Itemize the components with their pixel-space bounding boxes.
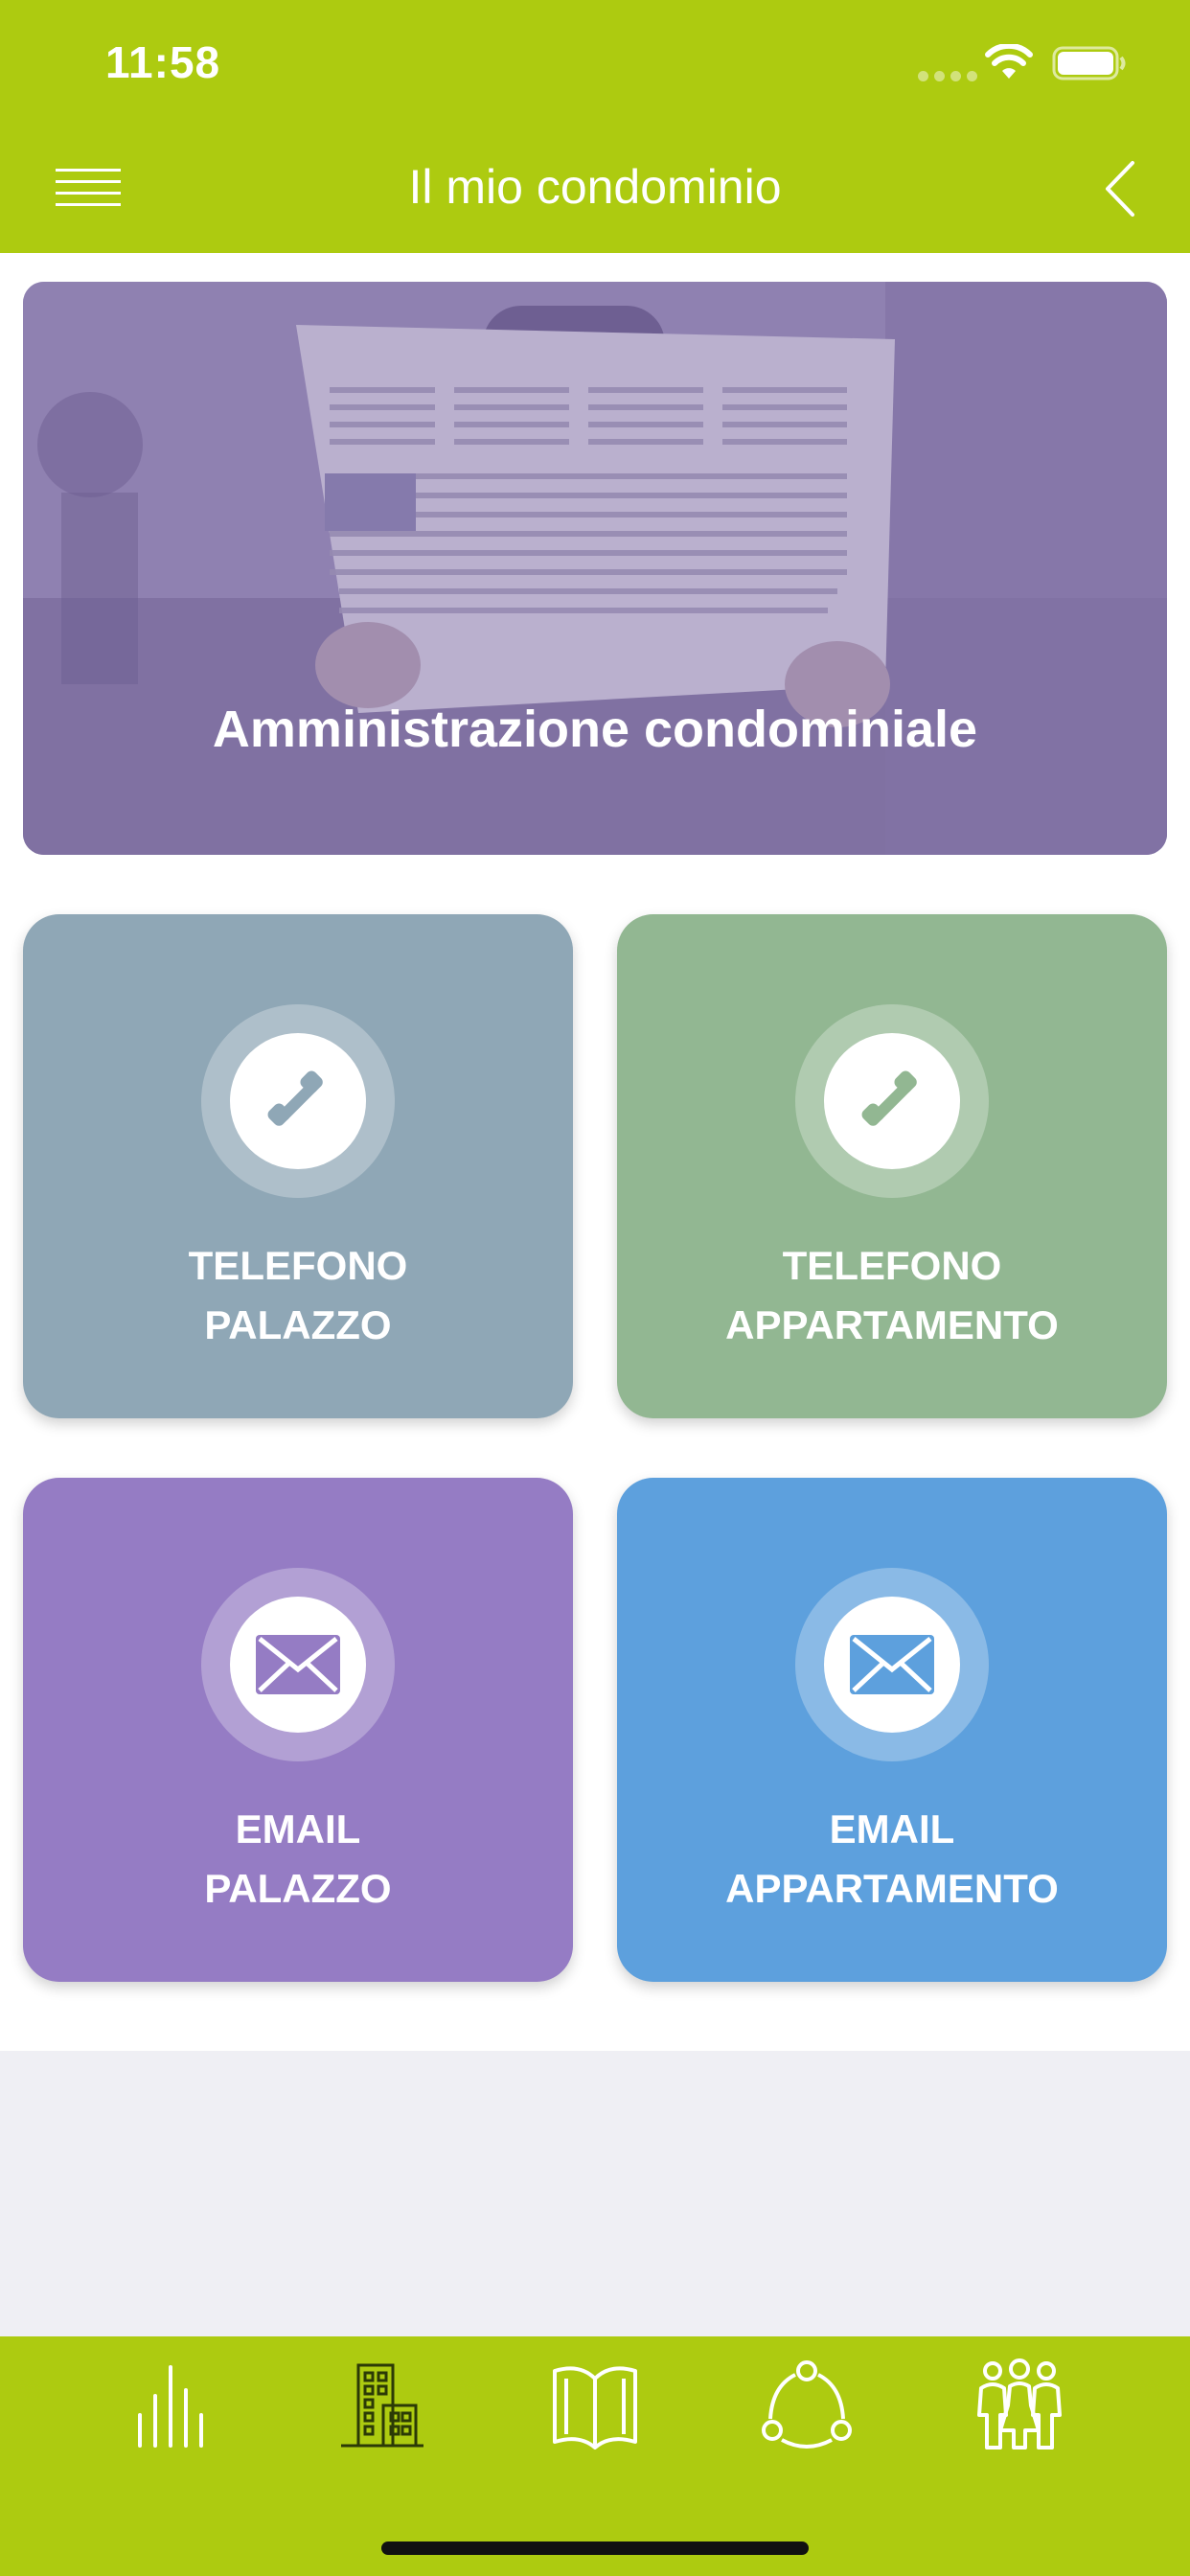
tile-telefono-appartamento[interactable]: TELEFONO APPARTAMENTO [617, 914, 1167, 1418]
book-icon[interactable] [547, 2358, 643, 2453]
tile-label-line1: EMAIL [829, 1806, 955, 1852]
home-indicator[interactable] [381, 2542, 809, 2555]
tile-label: EMAIL APPARTAMENTO [617, 1800, 1167, 1919]
admin-banner[interactable]: Amministrazione condominiale [23, 282, 1167, 855]
tile-label-line2: APPARTAMENTO [725, 1866, 1059, 1911]
status-time: 11:58 [105, 37, 221, 87]
newspaper-photo [23, 282, 1167, 855]
content-area: Amministrazione condominiale TELEFONO PA… [0, 253, 1190, 2051]
icon-disc [230, 1597, 366, 1733]
back-chevron-icon[interactable] [1102, 159, 1136, 218]
banner-label: Amministrazione condominiale [212, 701, 978, 758]
battery-icon [1052, 46, 1126, 80]
people-icon[interactable] [972, 2358, 1067, 2453]
tile-label-line2: APPARTAMENTO [725, 1302, 1059, 1347]
phone-icon [861, 1070, 917, 1126]
tile-label: TELEFONO PALAZZO [23, 1236, 573, 1355]
icon-ring [795, 1568, 989, 1761]
icon-disc [824, 1597, 960, 1733]
icon-disc [824, 1033, 960, 1169]
tile-label-line1: TELEFONO [782, 1243, 1002, 1288]
icon-disc [230, 1033, 366, 1169]
header: 11:58 Il mio condominio [0, 0, 1190, 253]
tile-label: EMAIL PALAZZO [23, 1800, 573, 1919]
building-icon[interactable] [333, 2358, 429, 2453]
tile-label-line1: EMAIL [235, 1806, 361, 1852]
icon-ring [201, 1004, 395, 1198]
mail-icon [256, 1635, 340, 1694]
chart-bars-icon[interactable] [123, 2358, 218, 2453]
phone-icon [267, 1070, 323, 1126]
page-title: Il mio condominio [408, 160, 782, 214]
tile-label-line1: TELEFONO [188, 1243, 408, 1288]
mail-icon [850, 1635, 934, 1694]
icon-ring [201, 1568, 395, 1761]
tile-label-line2: PALAZZO [204, 1302, 392, 1347]
cellular-signal-icon [918, 71, 977, 81]
tile-label-line2: PALAZZO [204, 1866, 392, 1911]
share-network-icon[interactable] [759, 2358, 855, 2453]
tile-telefono-palazzo[interactable]: TELEFONO PALAZZO [23, 914, 573, 1418]
tab-bar [0, 2336, 1190, 2576]
icon-ring [795, 1004, 989, 1198]
tile-email-palazzo[interactable]: EMAIL PALAZZO [23, 1478, 573, 1982]
tile-email-appartamento[interactable]: EMAIL APPARTAMENTO [617, 1478, 1167, 1982]
wifi-icon [985, 44, 1033, 79]
tile-label: TELEFONO APPARTAMENTO [617, 1236, 1167, 1355]
